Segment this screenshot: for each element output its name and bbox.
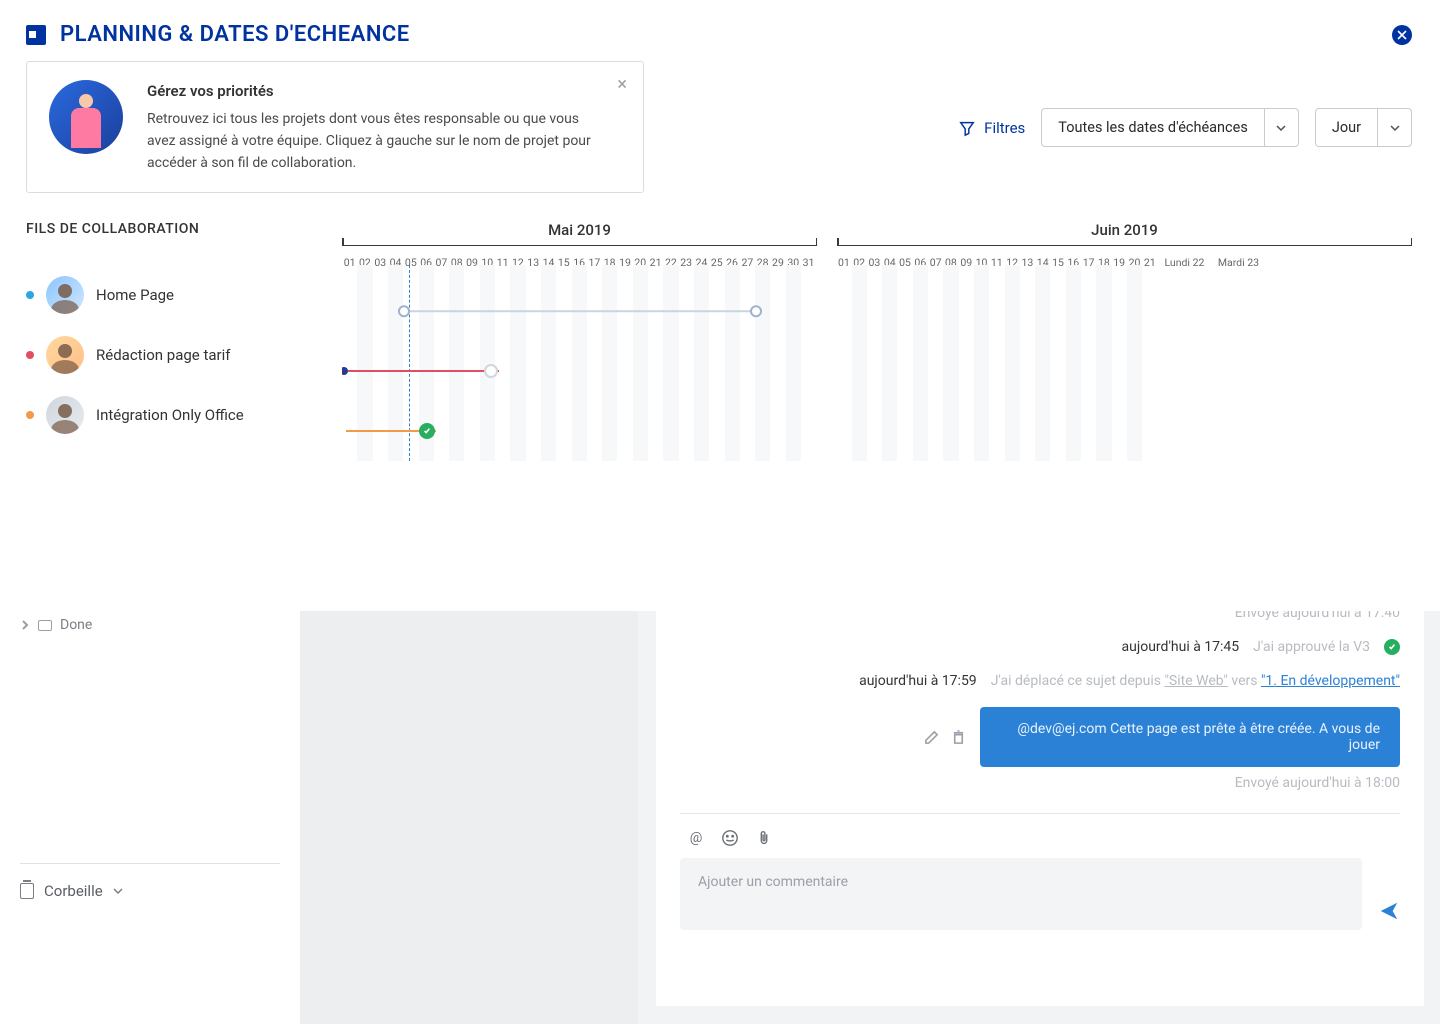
filters-button[interactable]: Filtres bbox=[958, 119, 1025, 137]
granularity-label: Jour bbox=[1316, 109, 1377, 146]
filter-icon bbox=[958, 119, 976, 137]
trash-button[interactable]: Corbeille bbox=[20, 882, 280, 900]
calendar-icon bbox=[26, 25, 46, 45]
avatar bbox=[46, 336, 84, 374]
close-button[interactable] bbox=[1392, 25, 1412, 45]
gantt-bar-redaction[interactable] bbox=[344, 370, 499, 372]
month-header: Mai 2019 bbox=[342, 221, 817, 246]
move-from-link[interactable]: "Site Web" bbox=[1164, 673, 1227, 689]
sidebar-separator bbox=[20, 863, 280, 864]
chat-composer: @ Ajouter un commentaire bbox=[680, 813, 1400, 930]
close-icon bbox=[1397, 30, 1407, 40]
folder-done[interactable]: Done bbox=[20, 617, 280, 633]
chevron-right-icon bbox=[20, 620, 30, 630]
activity-approve: aujourd'hui à 17:45 J'ai approuvé la V3 bbox=[680, 639, 1400, 655]
filters-label: Filtres bbox=[984, 119, 1025, 137]
month-header: Juin 2019 bbox=[837, 221, 1412, 246]
bar-start-handle[interactable] bbox=[398, 305, 410, 317]
send-button[interactable] bbox=[1378, 900, 1400, 926]
message-row: @dev@ej.com Cette page est prête à être … bbox=[680, 707, 1400, 767]
status-dot bbox=[26, 291, 34, 299]
delete-icon[interactable] bbox=[951, 730, 966, 745]
comment-input[interactable]: Ajouter un commentaire bbox=[680, 858, 1362, 930]
check-icon bbox=[1384, 639, 1400, 655]
sidebar-fragment: Done Corbeille bbox=[0, 611, 300, 1024]
tip-card: Gérez vos priorités Retrouvez ici tous l… bbox=[26, 61, 644, 193]
trash-label: Corbeille bbox=[44, 882, 103, 900]
bar-end-handle[interactable] bbox=[484, 364, 498, 378]
activity-timestamp: aujourd'hui à 17:45 bbox=[1122, 639, 1240, 655]
granularity-dropdown[interactable]: Jour bbox=[1315, 108, 1412, 147]
activity-timestamp: aujourd'hui à 17:59 bbox=[859, 673, 977, 689]
thread-row[interactable]: Rédaction page tarif bbox=[26, 325, 342, 385]
thread-row[interactable]: Home Page bbox=[26, 265, 342, 325]
gantt-area: Mai 2019 Juin 2019 010203040506070809101… bbox=[342, 221, 1440, 461]
thread-row[interactable]: Intégration Only Office bbox=[26, 385, 342, 445]
bar-done-marker bbox=[419, 423, 435, 439]
thread-label: Home Page bbox=[96, 286, 174, 304]
sent-stamp: Envoyé aujourd'hui à 17:40 bbox=[680, 611, 1400, 621]
chat-panel: Envoyé aujourd'hui à 17:40 aujourd'hui à… bbox=[656, 611, 1424, 1006]
thread-label: Rédaction page tarif bbox=[96, 346, 230, 364]
edit-icon[interactable] bbox=[924, 730, 939, 745]
planning-panel: PLANNING & DATES D'ECHEANCE Gérez vos pr… bbox=[0, 0, 1440, 611]
tip-close-button[interactable]: × bbox=[617, 76, 627, 94]
threads-heading: FILS DE COLLABORATION bbox=[26, 221, 342, 237]
sent-stamp: Envoyé aujourd'hui à 18:00 bbox=[680, 775, 1400, 791]
status-dot bbox=[26, 351, 34, 359]
due-filter-label: Toutes les dates d'échéances bbox=[1042, 109, 1264, 146]
message-bubble: @dev@ej.com Cette page est prête à être … bbox=[980, 707, 1400, 767]
move-to-link[interactable]: "1. En développement" bbox=[1261, 673, 1400, 689]
middle-column-fragment bbox=[300, 611, 638, 1024]
activity-text-mid: vers bbox=[1228, 673, 1261, 689]
avatar bbox=[46, 396, 84, 434]
chevron-down-icon bbox=[1264, 109, 1298, 146]
chevron-down-icon bbox=[113, 888, 123, 894]
emoji-icon[interactable] bbox=[720, 828, 740, 848]
chevron-down-icon bbox=[1377, 109, 1411, 146]
trash-icon bbox=[20, 883, 34, 899]
activity-move: aujourd'hui à 17:59 J'ai déplacé ce suje… bbox=[680, 673, 1400, 689]
message-tools bbox=[924, 730, 966, 745]
gantt-bar-integration[interactable] bbox=[346, 430, 436, 432]
folder-done-label: Done bbox=[60, 617, 92, 633]
folder-icon bbox=[38, 620, 52, 631]
avatar bbox=[46, 276, 84, 314]
gantt-bar-home-page[interactable] bbox=[404, 311, 762, 313]
page-title: PLANNING & DATES D'ECHEANCE bbox=[60, 22, 1392, 47]
bar-start-handle[interactable] bbox=[342, 367, 348, 375]
status-dot bbox=[26, 411, 34, 419]
activity-text: J'ai approuvé la V3 bbox=[1253, 639, 1370, 655]
tip-body: Retrouvez ici tous les projets dont vous… bbox=[147, 109, 607, 174]
bar-end-handle[interactable] bbox=[750, 305, 762, 317]
attach-icon[interactable] bbox=[754, 828, 774, 848]
mention-icon[interactable]: @ bbox=[686, 828, 706, 848]
thread-label: Intégration Only Office bbox=[96, 406, 244, 424]
tip-illustration bbox=[49, 80, 123, 154]
tip-title: Gérez vos priorités bbox=[147, 80, 607, 103]
due-filter-dropdown[interactable]: Toutes les dates d'échéances bbox=[1041, 108, 1299, 147]
activity-text-prefix: J'ai déplacé ce sujet depuis bbox=[991, 673, 1165, 689]
